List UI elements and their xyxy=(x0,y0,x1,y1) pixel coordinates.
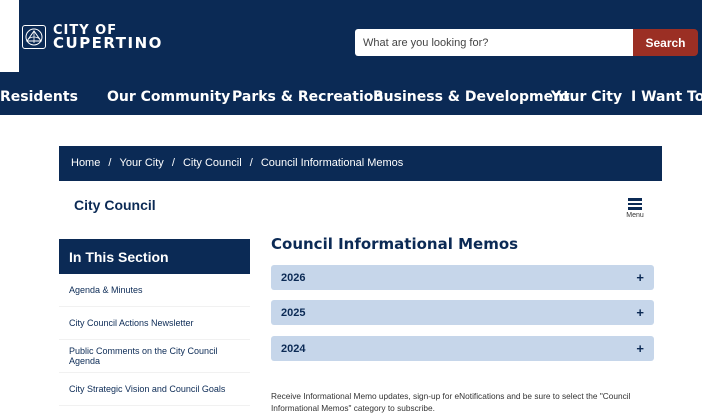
accordion-2025[interactable]: 2025 + xyxy=(271,300,654,325)
accordion-label: 2024 xyxy=(281,342,306,355)
breadcrumb-separator: / xyxy=(171,157,175,169)
accordion-label: 2026 xyxy=(281,271,306,284)
hamburger-icon xyxy=(628,202,642,205)
search-button[interactable]: Search xyxy=(633,29,698,56)
logo-text: CITY OF CUPERTINO xyxy=(53,24,163,52)
city-seal-icon xyxy=(22,25,46,49)
accordion-2024[interactable]: 2024 + xyxy=(271,336,654,361)
search-input[interactable] xyxy=(355,29,633,56)
plus-icon: + xyxy=(636,305,644,320)
accordion-2026[interactable]: 2026 + xyxy=(271,265,654,290)
plus-icon: + xyxy=(636,341,644,356)
main-nav: Residents Our Community Parks & Recreati… xyxy=(0,80,702,115)
breadcrumb: Home / Your City / City Council / Counci… xyxy=(59,146,662,181)
breadcrumb-your-city[interactable]: Your City xyxy=(120,157,164,169)
nav-item-i-want-to[interactable]: I Want To... xyxy=(631,89,702,105)
breadcrumb-home[interactable]: Home xyxy=(71,157,100,169)
section-title[interactable]: City Council xyxy=(74,197,156,213)
menu-label: Menu xyxy=(626,211,644,219)
nav-item-your-city[interactable]: Your City xyxy=(551,89,622,105)
sidebar-item-actions-newsletter[interactable]: City Council Actions Newsletter xyxy=(59,307,250,340)
sidebar-item-strategic-vision[interactable]: City Strategic Vision and Council Goals xyxy=(59,373,250,406)
sidebar-heading: In This Section xyxy=(59,239,250,274)
nav-item-our-community[interactable]: Our Community xyxy=(107,89,230,105)
page-title: Council Informational Memos xyxy=(271,235,519,253)
breadcrumb-current: Council Informational Memos xyxy=(260,157,404,169)
nav-item-parks-recreation[interactable]: Parks & Recreation xyxy=(232,89,383,105)
notification-text: Receive Informational Memo updates, sign… xyxy=(271,391,631,413)
header-gap xyxy=(0,72,702,80)
logo-line-2: CUPERTINO xyxy=(53,34,163,52)
page-margin xyxy=(0,0,19,420)
site-header: CITY OF CUPERTINO Search xyxy=(19,0,702,72)
breadcrumb-separator: / xyxy=(108,157,112,169)
section-sidebar: In This Section Agenda & Minutes City Co… xyxy=(59,239,250,420)
sidebar-item-public-comments[interactable]: Public Comments on the City Council Agen… xyxy=(59,340,250,373)
hamburger-icon xyxy=(628,207,642,210)
nav-item-residents[interactable]: Residents xyxy=(0,89,78,105)
city-logo[interactable]: CITY OF CUPERTINO xyxy=(22,24,163,52)
accordion-label: 2025 xyxy=(281,306,306,319)
sidebar-item-agenda-minutes[interactable]: Agenda & Minutes xyxy=(59,274,250,307)
breadcrumb-separator: / xyxy=(249,157,253,169)
hamburger-icon xyxy=(628,198,642,201)
plus-icon: + xyxy=(636,270,644,285)
breadcrumb-city-council[interactable]: City Council xyxy=(183,157,242,169)
nav-item-business-development[interactable]: Business & Development xyxy=(373,89,570,105)
menu-button[interactable]: Menu xyxy=(622,196,648,222)
